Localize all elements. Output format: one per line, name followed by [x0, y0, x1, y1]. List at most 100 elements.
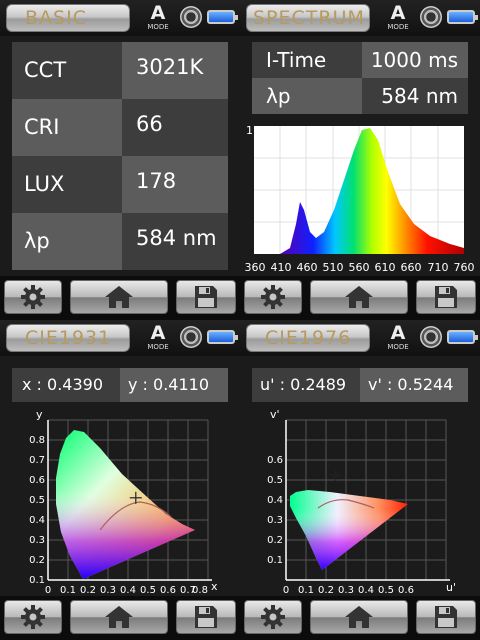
- gear-icon: [21, 605, 45, 629]
- save-icon: [435, 606, 457, 628]
- y-tick: 0.8: [29, 435, 45, 446]
- x-tick: 0.1: [60, 585, 76, 596]
- x-tick: 0.3: [100, 585, 116, 596]
- tab-cie1976[interactable]: CIE1976: [246, 324, 370, 352]
- x-tick: 0: [283, 585, 289, 596]
- lux-label: LUX: [12, 156, 122, 213]
- home-button[interactable]: [70, 600, 168, 634]
- y-tick: 0.7: [29, 455, 45, 466]
- mode-button[interactable]: A MODE: [384, 323, 412, 353]
- cri-label: CRI: [12, 99, 122, 156]
- home-icon: [105, 606, 133, 628]
- footer-bar: [240, 596, 480, 640]
- y-tick: 0.1: [267, 555, 283, 566]
- y-axis-max: 1: [246, 124, 253, 137]
- tab-spectrum[interactable]: SPECTRUM: [246, 4, 370, 32]
- mode-button[interactable]: A MODE: [144, 323, 172, 353]
- y-tick: 0.5: [267, 475, 283, 486]
- cct-label: CCT: [12, 42, 122, 99]
- mode-letter: A: [390, 322, 406, 344]
- battery-icon: [447, 330, 478, 344]
- home-button[interactable]: [310, 600, 408, 634]
- tab-cie1931[interactable]: CIE1931: [6, 324, 130, 352]
- y-axis-label: v': [270, 408, 280, 421]
- peak-value: 584 nm: [362, 78, 468, 114]
- x-tick: 760: [454, 261, 475, 274]
- x-tick: 360: [245, 261, 266, 274]
- basic-table: CCT 3021K CRI 66 LUX 178 λp 584 nm: [12, 42, 228, 270]
- x-tick: 0.5: [378, 585, 394, 596]
- settings-button[interactable]: [244, 280, 302, 314]
- y-tick: 0.6: [29, 475, 45, 486]
- table-row: I-Time 1000 ms: [252, 42, 468, 78]
- uv-readout: u' : 0.2489 v' : 0.5244: [252, 368, 468, 402]
- battery-icon: [207, 10, 238, 24]
- x-axis-ticks: 360 410 460 510 560 610 660 710 760: [245, 261, 475, 274]
- tab-basic[interactable]: BASIC: [6, 4, 130, 32]
- x-axis-label: u': [446, 581, 456, 594]
- dial-icon[interactable]: [180, 6, 202, 28]
- footer-bar: [0, 596, 240, 640]
- battery-icon: [447, 10, 478, 24]
- save-button[interactable]: [176, 280, 236, 314]
- x-tick: 0.2: [80, 585, 96, 596]
- cri-value: 66: [122, 99, 228, 156]
- x-tick: 0.6: [160, 585, 176, 596]
- home-icon: [345, 606, 373, 628]
- home-button[interactable]: [70, 280, 168, 314]
- mode-button[interactable]: A MODE: [144, 3, 172, 33]
- y-axis-ticks: 0.6 0.5 0.4 0.3 0.2 0.1: [267, 455, 283, 566]
- y-tick: 0.3: [29, 535, 45, 546]
- mode-label: MODE: [387, 343, 409, 351]
- save-button[interactable]: [416, 280, 476, 314]
- dial-icon[interactable]: [180, 326, 202, 348]
- table-row: λp 584 nm: [12, 213, 228, 270]
- x-tick: 0.3: [338, 585, 354, 596]
- v-value: v' : 0.5244: [360, 368, 468, 402]
- cct-value: 3021K: [122, 42, 228, 99]
- settings-button[interactable]: [4, 280, 62, 314]
- xy-readout: x : 0.4390 y : 0.4110: [12, 368, 228, 402]
- x-tick: 0.4: [120, 585, 136, 596]
- settings-button[interactable]: [4, 600, 62, 634]
- x-axis-ticks: 0 0.1 0.2 0.3 0.4 0.5 0.6 0.7 0.8: [45, 585, 208, 596]
- home-button[interactable]: [310, 280, 408, 314]
- save-button[interactable]: [416, 600, 476, 634]
- save-icon: [435, 286, 457, 308]
- table-row: LUX 178: [12, 156, 228, 213]
- dial-icon[interactable]: [420, 6, 442, 28]
- home-icon: [105, 286, 133, 308]
- x-tick: 510: [323, 261, 344, 274]
- save-button[interactable]: [176, 600, 236, 634]
- x-tick: 460: [297, 261, 318, 274]
- mode-letter: A: [150, 322, 166, 344]
- footer-bar: [240, 276, 480, 320]
- spectrum-info-table: I-Time 1000 ms λp 584 nm: [252, 42, 468, 114]
- cie1976-chart: v' u' 0.6 0.5 0.4 0.3 0.2 0.1 0 0.1 0.2 …: [267, 408, 456, 596]
- itime-value: 1000 ms: [362, 42, 468, 78]
- x-tick: 660: [401, 261, 422, 274]
- save-icon: [195, 286, 217, 308]
- x-tick: 0.5: [140, 585, 156, 596]
- mode-letter: A: [390, 2, 406, 24]
- y-tick: 0.2: [267, 535, 283, 546]
- y-axis-label: y: [36, 408, 43, 421]
- dial-icon[interactable]: [420, 326, 442, 348]
- mode-label: MODE: [147, 343, 169, 351]
- header-bar: BASIC A MODE: [0, 0, 240, 36]
- table-row: λp 584 nm: [252, 78, 468, 114]
- save-icon: [195, 606, 217, 628]
- peak-label: λp: [252, 78, 362, 114]
- y-tick: 0.1: [29, 575, 45, 586]
- table-row: CRI 66: [12, 99, 228, 156]
- x-tick: 610: [375, 261, 396, 274]
- cie1931-chart: y x 0.8 0.7 0.6 0.5 0.4 0.3 0.2 0.1 0 0.…: [29, 408, 218, 596]
- settings-button[interactable]: [244, 600, 302, 634]
- peak-label: λp: [12, 213, 122, 270]
- x-tick: 710: [428, 261, 449, 274]
- x-tick: 0.8: [192, 585, 208, 596]
- mode-button[interactable]: A MODE: [384, 3, 412, 33]
- x-value: x : 0.4390: [12, 368, 120, 402]
- footer-bar: [0, 276, 240, 320]
- gear-icon: [21, 285, 45, 309]
